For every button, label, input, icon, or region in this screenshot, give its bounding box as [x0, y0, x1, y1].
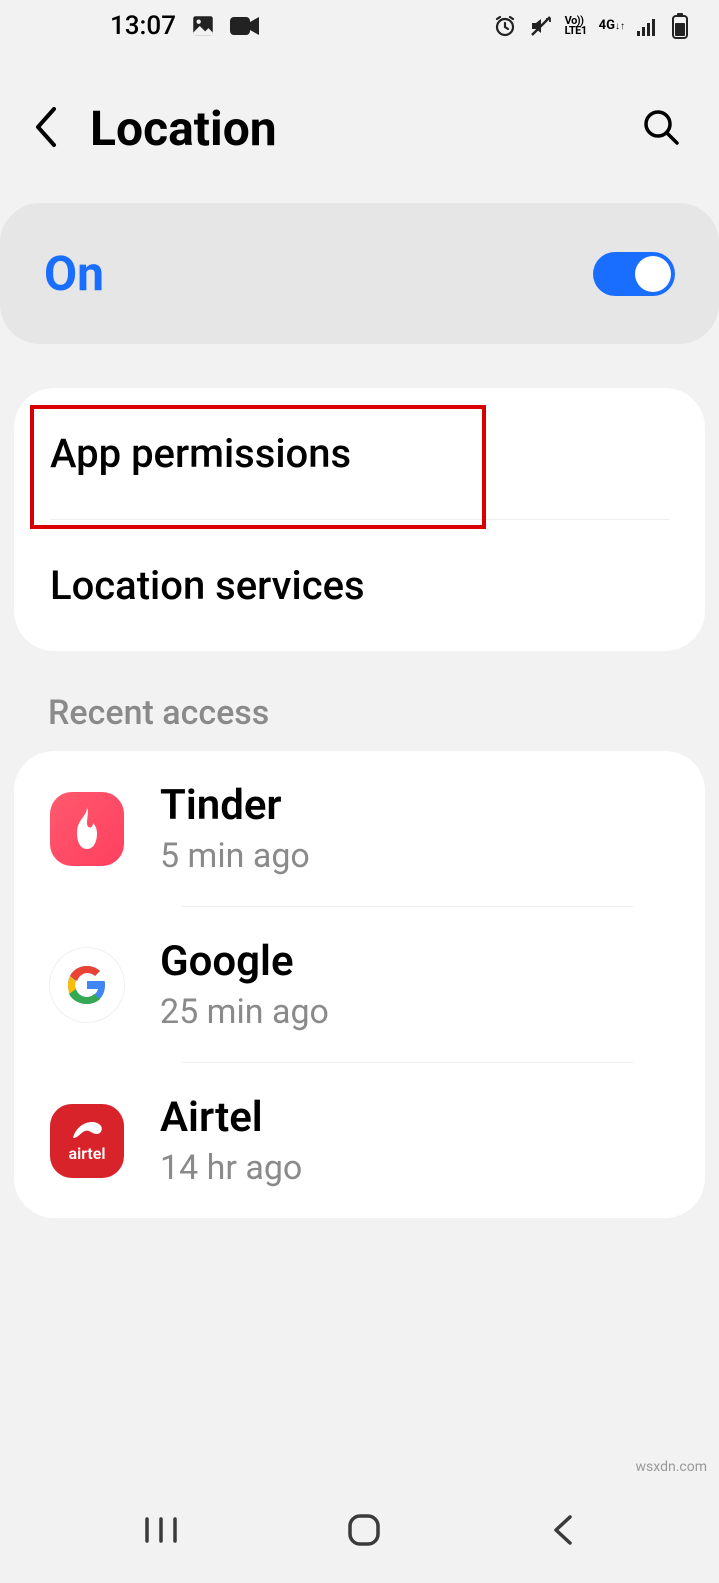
recent-item-airtel[interactable]: airtel Airtel 14 hr ago: [14, 1063, 705, 1218]
volte-icon: Vo))LTE1: [565, 16, 587, 36]
app-name: Tinder: [160, 781, 310, 830]
signal-icon: [637, 16, 659, 36]
google-icon: [50, 948, 124, 1022]
battery-icon: [671, 13, 689, 39]
nav-home-icon[interactable]: [345, 1511, 383, 1553]
recent-item-google[interactable]: Google 25 min ago: [14, 907, 705, 1062]
search-icon[interactable]: [641, 107, 681, 151]
setting-app-permissions[interactable]: App permissions: [14, 388, 705, 519]
status-left: 13:07: [110, 11, 260, 41]
picture-icon: [190, 13, 216, 39]
location-toggle-card[interactable]: On: [0, 203, 719, 344]
recent-access-label: Recent access: [48, 693, 719, 733]
watermark: wsxdn.com: [636, 1459, 707, 1475]
mute-vibrate-icon: [529, 14, 553, 38]
app-text: Tinder 5 min ago: [160, 781, 310, 876]
recent-item-tinder[interactable]: Tinder 5 min ago: [14, 751, 705, 906]
nav-back-icon[interactable]: [550, 1511, 576, 1553]
app-time: 25 min ago: [160, 992, 329, 1032]
app-name: Airtel: [160, 1093, 302, 1142]
nav-recents-icon[interactable]: [143, 1515, 179, 1549]
tinder-icon: [50, 792, 124, 866]
back-icon[interactable]: [32, 105, 60, 153]
page-title: Location: [90, 100, 277, 157]
status-right: Vo))LTE1 4G↓↑: [493, 13, 689, 39]
app-time: 5 min ago: [160, 836, 310, 876]
toggle-label: On: [44, 245, 104, 302]
network-4g-icon: 4G↓↑: [599, 20, 625, 32]
page-header: Location: [0, 52, 719, 197]
status-bar: 13:07 Vo))LTE1 4G↓↑: [0, 0, 719, 52]
status-time: 13:07: [110, 11, 176, 41]
toggle-knob: [635, 256, 671, 292]
video-icon: [230, 15, 260, 37]
recent-access-card: Tinder 5 min ago Google 25 min ago airte…: [14, 751, 705, 1218]
setting-location-services[interactable]: Location services: [50, 519, 669, 651]
app-time: 14 hr ago: [160, 1148, 302, 1188]
settings-card: App permissions Location services: [14, 388, 705, 651]
nav-bar: [0, 1481, 719, 1583]
app-text: Google 25 min ago: [160, 937, 329, 1032]
app-text: Airtel 14 hr ago: [160, 1093, 302, 1188]
toggle-switch[interactable]: [593, 252, 675, 296]
app-name: Google: [160, 937, 329, 986]
header-left: Location: [32, 100, 277, 157]
setting-label: Location services: [50, 562, 365, 609]
airtel-icon: airtel: [50, 1104, 124, 1178]
setting-label: App permissions: [50, 430, 351, 477]
alarm-icon: [493, 14, 517, 38]
